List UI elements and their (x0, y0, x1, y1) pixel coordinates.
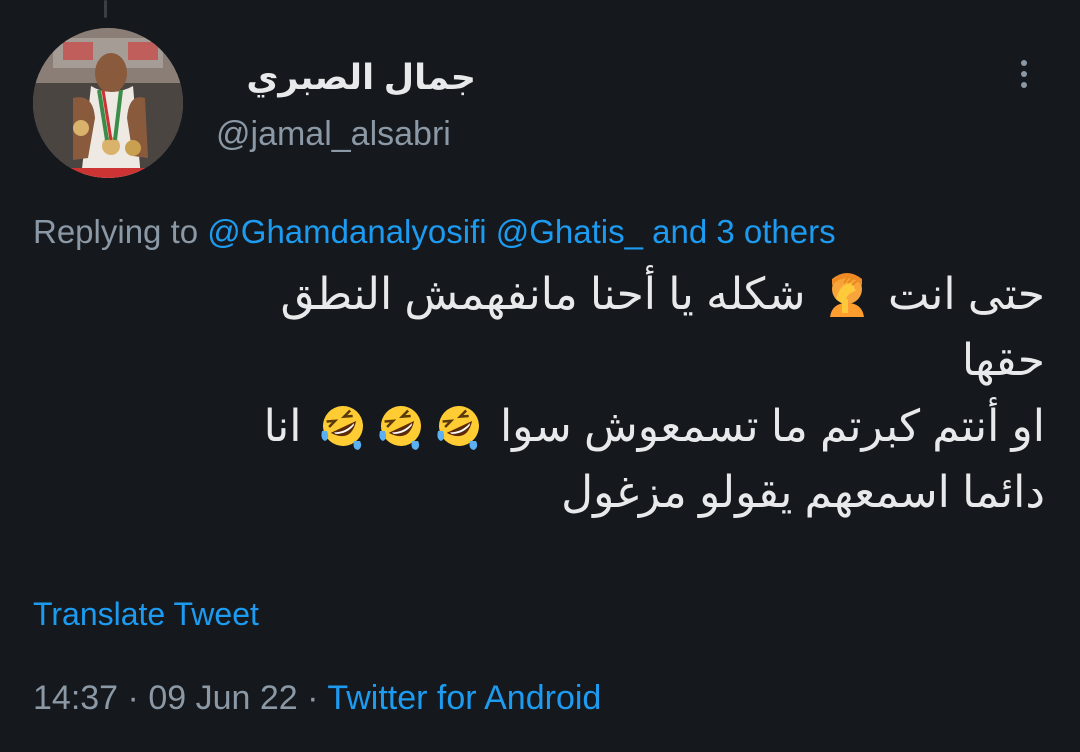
separator: · (127, 679, 139, 717)
tweet-text-line: او أنتم كبرتم ما تسمعوش سوا انا (33, 394, 1045, 460)
more-vertical-icon-dot (1021, 71, 1027, 77)
tweet-text: حتى انت شكله يا أحنا مانفهمش النطق حقها … (33, 262, 1045, 526)
display-name[interactable]: جمال الصبري (216, 52, 476, 104)
rolling-laughing-emoji-icon (379, 406, 421, 450)
more-vertical-icon-dot (1021, 82, 1027, 88)
others-link[interactable]: and 3 others (652, 213, 835, 250)
tweet-text-fragment: حتى انت (887, 270, 1045, 319)
replying-to: Replying to @Ghamdanalyosifi @Ghatis_ an… (33, 208, 836, 256)
tweet-detail: جمال الصبري @jamal_alsabri Replying to @… (0, 0, 1080, 752)
user-handle[interactable]: @jamal_alsabri (216, 110, 451, 158)
more-vertical-icon (1021, 60, 1027, 66)
tweet-time[interactable]: 14:37 (33, 679, 118, 717)
mention-link[interactable]: @Ghamdanalyosifi (207, 213, 486, 250)
tweet-metadata: 14:37 · 09 Jun 22 · Twitter for Android (33, 674, 601, 722)
tweet-source-link[interactable]: Twitter for Android (327, 679, 601, 717)
thread-connector-line (104, 0, 107, 18)
translate-tweet-link[interactable]: Translate Tweet (33, 592, 259, 636)
rolling-laughing-emoji-icon (321, 406, 363, 450)
tweet-date[interactable]: 09 Jun 22 (148, 679, 297, 717)
tweet-text-line: حقها (961, 336, 1045, 385)
face-palm-emoji-icon (829, 273, 864, 317)
tweet-text-fragment: شكله يا أحنا مانفهمش النطق (280, 270, 806, 319)
tweet-text-fragment: انا (263, 402, 302, 451)
mention-link[interactable]: @Ghatis_ (496, 213, 643, 250)
separator: · (307, 679, 319, 717)
tweet-text-fragment: او أنتم كبرتم ما تسمعوش سوا (499, 402, 1045, 451)
avatar[interactable] (33, 28, 183, 178)
tweet-text-line: حتى انت شكله يا أحنا مانفهمش النطق (33, 262, 1045, 328)
tweet-text-line: دائما اسمعهم يقولو مزغول (561, 468, 1045, 517)
replying-to-label: Replying to (33, 213, 199, 250)
rolling-laughing-emoji-icon (437, 406, 479, 450)
more-options-button[interactable] (1004, 50, 1044, 98)
